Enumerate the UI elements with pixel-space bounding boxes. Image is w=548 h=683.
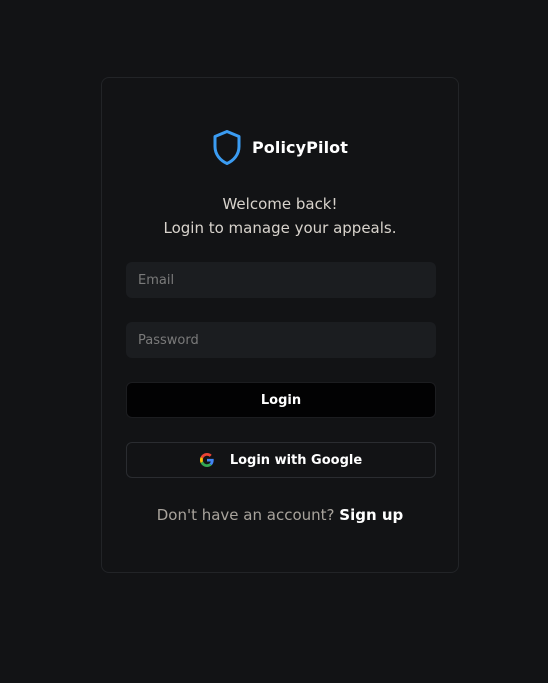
- brand-name: PolicyPilot: [251, 137, 349, 157]
- password-field[interactable]: [126, 322, 436, 358]
- signup-link[interactable]: Sign up: [339, 506, 403, 524]
- welcome-title: Welcome back!: [222, 195, 338, 213]
- welcome-message: Welcome back! Login to manage your appea…: [102, 192, 458, 240]
- email-field[interactable]: [126, 262, 436, 298]
- login-button[interactable]: Login: [126, 382, 436, 418]
- shield-icon: [213, 129, 241, 165]
- login-card: PolicyPilot Welcome back! Login to manag…: [101, 77, 459, 573]
- google-login-button[interactable]: Login with Google: [126, 442, 436, 478]
- google-icon: [199, 453, 214, 467]
- signup-prompt-row: Don't have an account? Sign up: [102, 504, 458, 526]
- welcome-subtitle: Login to manage your appeals.: [163, 219, 397, 237]
- brand-header: PolicyPilot: [102, 128, 458, 166]
- google-login-label: Login with Google: [229, 452, 363, 468]
- signup-prompt: Don't have an account?: [156, 506, 335, 524]
